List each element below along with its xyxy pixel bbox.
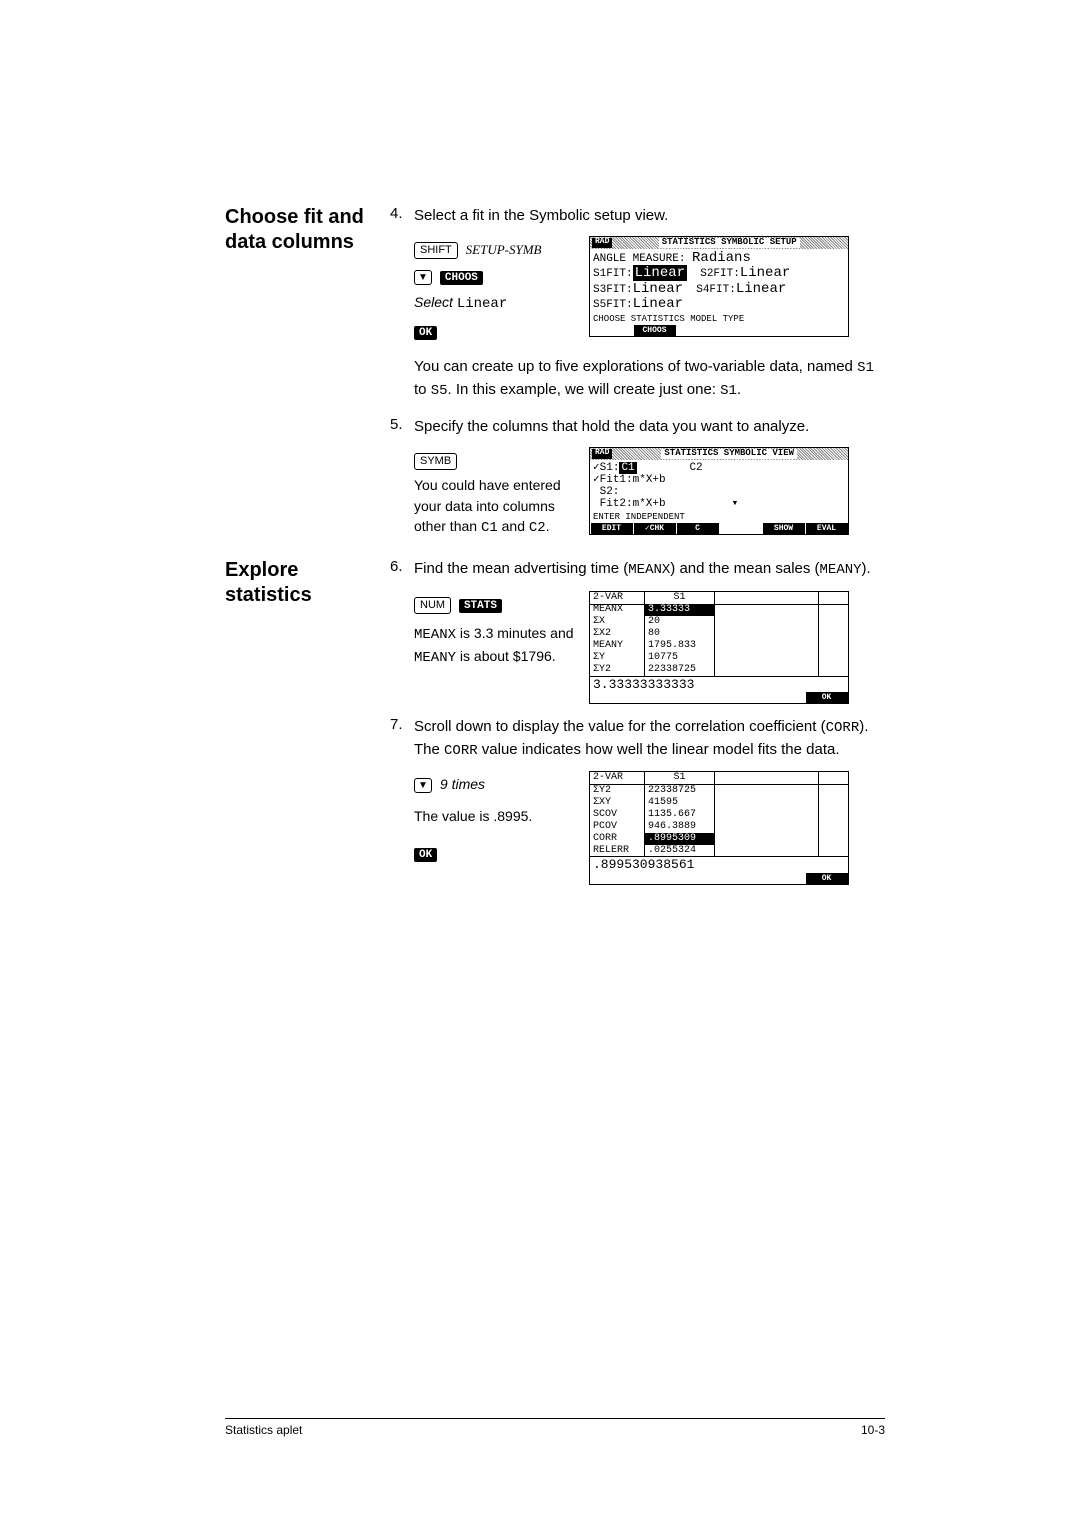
footer-title: Statistics aplet [225, 1423, 302, 1437]
step6-note: MEANX is 3.3 minutes and MEANY is about … [414, 623, 589, 668]
side-heading-explore: Explore statistics [225, 558, 372, 608]
step4-after: You can create up to five explorations o… [414, 356, 885, 401]
step7-note: The value is .8995. [414, 806, 589, 826]
select-linear: Select Linear [414, 289, 589, 318]
step7-action: ▼ 9 times [414, 771, 589, 798]
shift-key: SHIFT [414, 242, 458, 259]
choos-softkey: CHOOS [440, 271, 483, 285]
calc-screen-symb: RAD STATISTICS SYMBOLIC VIEW ✓S1:C1 C2 ✓… [589, 447, 849, 535]
down-arrow-icon-2: ▼ [414, 778, 432, 793]
setup-symb-label: SETUP-SYMB [466, 242, 542, 257]
key-shift-setup: SHIFT SETUP-SYMB [414, 236, 589, 263]
stats-softkey: STATS [459, 599, 502, 613]
step5-num: 5. [390, 416, 414, 437]
ok-softkey-2: OK [414, 848, 437, 862]
num-key: NUM [414, 597, 451, 614]
step4-text: Select a fit in the Symbolic setup view. [414, 205, 885, 226]
symb-key: SYMB [414, 453, 457, 470]
step5-text: Specify the columns that hold the data y… [414, 416, 885, 437]
step4-num: 4. [390, 205, 414, 226]
step7-num: 7. [390, 716, 414, 761]
step6-text: Find the mean advertising time (MEANX) a… [414, 558, 885, 581]
step5-note: You could have entered your data into co… [414, 475, 589, 538]
footer-page: 10-3 [861, 1423, 885, 1437]
step6-num: 6. [390, 558, 414, 581]
stats-table-1: 2-VARS1 MEANX3.33333 ΣX20 ΣX280 MEANY179… [589, 591, 849, 705]
key-down-choos: ▼ CHOOS [414, 263, 589, 290]
step7-text: Scroll down to display the value for the… [414, 716, 885, 761]
ok-softkey-1: OK [414, 326, 437, 340]
down-arrow-icon: ▼ [414, 270, 432, 285]
calc-screen-setup: RAD STATISTICS SYMBOLIC SETUP ANGLE MEAS… [589, 236, 849, 337]
stats-table-2: 2-VARS1 ΣY222338725 ΣXY41595 SCOV1135.66… [589, 771, 849, 885]
side-heading-fit: Choose fit and data columns [225, 205, 372, 255]
